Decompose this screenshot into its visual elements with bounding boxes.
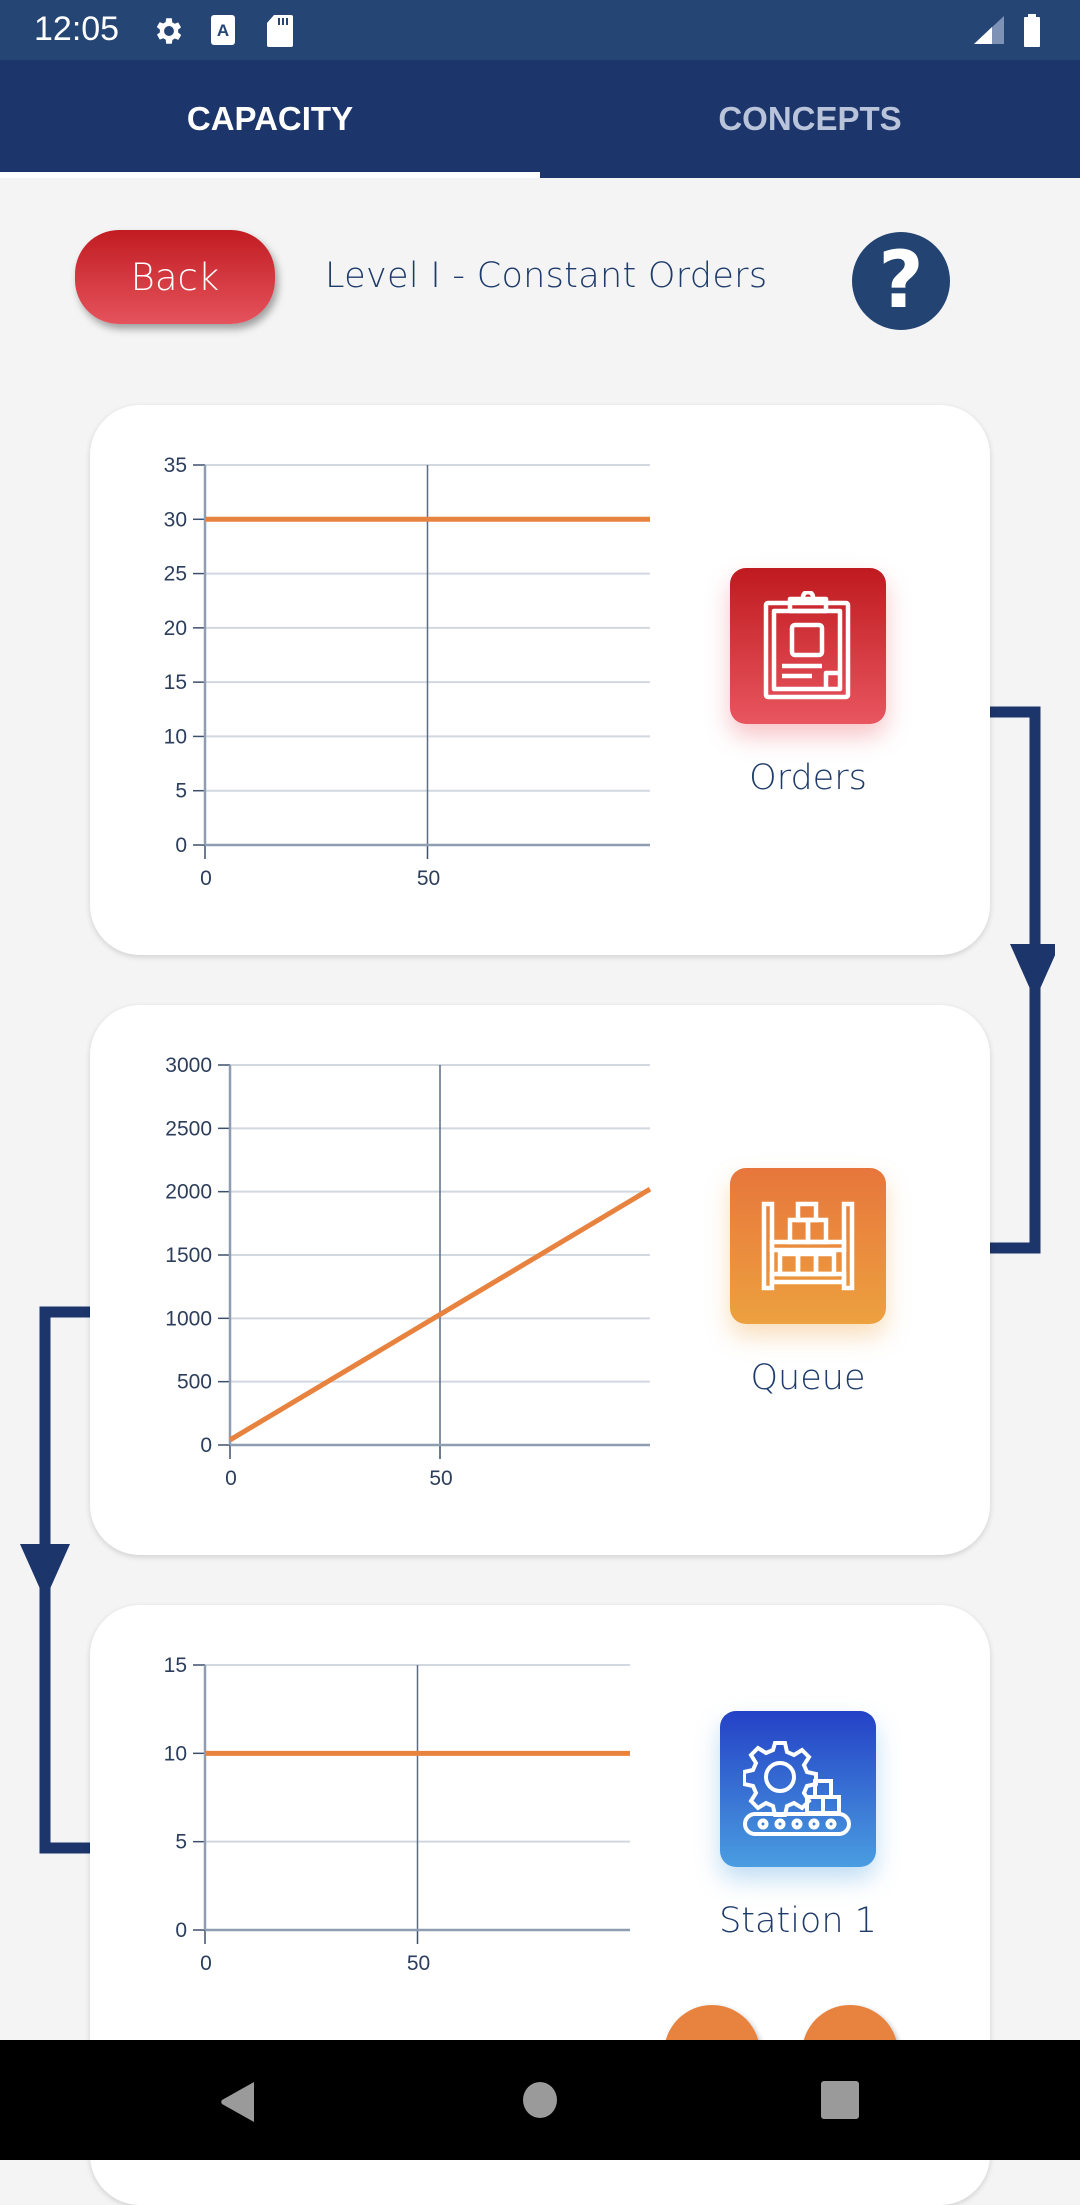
- x-tick-label: 50: [407, 1952, 430, 1975]
- y-tick-label: 500: [177, 1371, 212, 1394]
- help-button[interactable]: ?: [852, 232, 950, 330]
- queue-chart: 0 500 1000 1500 2000 2500 3000 0 50: [165, 1054, 652, 1490]
- signal-icon: [974, 16, 1004, 44]
- y-tick-label: 30: [164, 508, 187, 531]
- nav-recents-icon[interactable]: [820, 2080, 860, 2120]
- orders-node-button[interactable]: [730, 568, 886, 724]
- y-tick-label: 5: [175, 780, 187, 803]
- y-tick-label: 15: [164, 671, 187, 694]
- y-tick-label: 20: [164, 617, 187, 640]
- y-tick-label: 2000: [165, 1181, 212, 1204]
- connector-orders-to-queue: [985, 706, 1055, 1254]
- settings-icon: [156, 18, 182, 44]
- y-tick-label: 0: [200, 1434, 212, 1457]
- clipboard-icon: [763, 591, 851, 700]
- orders-card[interactable]: 0 5 10 15 20 25 30 35 0 50 Orders: [90, 405, 990, 955]
- station-label: Station 1: [719, 1901, 877, 1941]
- y-tick-label: 10: [164, 1742, 187, 1765]
- y-tick-label: 1500: [165, 1244, 212, 1267]
- queue-label: Queue: [750, 1358, 866, 1398]
- level-header: Back Level I - Constant Orders ?: [0, 178, 1080, 378]
- system-nav-bar: [0, 2040, 1080, 2160]
- shelf-boxes-icon: [761, 1201, 855, 1291]
- queue-card[interactable]: 0 500 1000 1500 2000 2500 3000 0 50 Queue: [90, 1005, 990, 1555]
- y-tick-label: 3000: [165, 1054, 212, 1077]
- tab-bar: CAPACITY CONCEPTS: [0, 60, 1080, 178]
- question-mark-icon: ?: [878, 236, 924, 326]
- y-tick-label: 5: [175, 1831, 187, 1854]
- status-time: 12:05: [34, 10, 120, 48]
- x-tick-label: 50: [417, 867, 440, 890]
- back-button[interactable]: Back: [75, 230, 275, 324]
- tab-capacity[interactable]: CAPACITY: [0, 60, 540, 178]
- x-tick-label: 0: [200, 1952, 212, 1975]
- x-tick-label: 0: [200, 867, 212, 890]
- status-bar: 12:05 A: [0, 0, 1080, 60]
- y-tick-label: 0: [175, 1919, 187, 1942]
- y-tick-label: 0: [175, 834, 187, 857]
- connector-queue-to-station: [20, 1306, 90, 1854]
- orders-chart: 0 5 10 15 20 25 30 35 0 50: [164, 454, 650, 890]
- nav-home-icon[interactable]: [522, 2080, 558, 2120]
- y-tick-label: 15: [164, 1654, 187, 1677]
- tab-concepts[interactable]: CONCEPTS: [540, 60, 1080, 178]
- y-tick-label: 10: [164, 725, 187, 748]
- orders-label: Orders: [749, 758, 867, 798]
- a11y-card-icon: A: [211, 15, 235, 45]
- y-tick-label: 25: [164, 563, 187, 586]
- y-tick-label: 35: [164, 454, 187, 477]
- arrow-down-icon: [20, 1544, 70, 1600]
- svg-text:A: A: [217, 21, 229, 40]
- sd-card-icon: [267, 15, 293, 47]
- station-node-button[interactable]: [720, 1711, 876, 1867]
- arrow-down-icon: [1010, 944, 1055, 1000]
- x-tick-label: 0: [225, 1467, 237, 1490]
- y-tick-label: 2500: [165, 1117, 212, 1140]
- y-tick-label: 1000: [165, 1307, 212, 1330]
- queue-node-button[interactable]: [730, 1168, 886, 1324]
- battery-icon: [1024, 14, 1040, 47]
- gear-conveyor-icon: [743, 1741, 851, 1836]
- nav-back-icon[interactable]: [218, 2080, 258, 2124]
- x-tick-label: 50: [429, 1467, 452, 1490]
- station-chart: 0 5 10 15 0 50: [164, 1654, 630, 1975]
- level-title: Level I - Constant Orders: [325, 256, 768, 296]
